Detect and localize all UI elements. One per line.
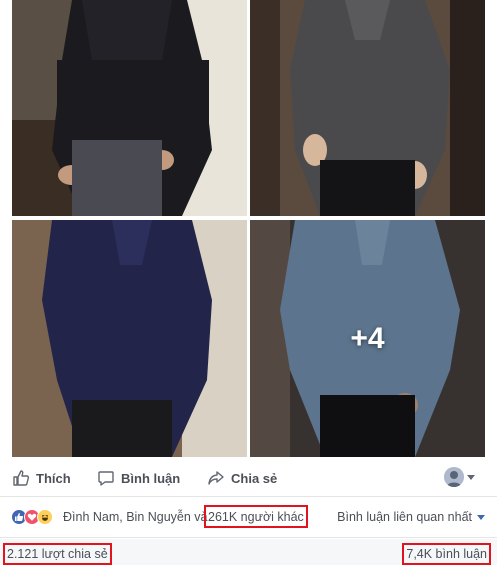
thumbs-up-icon (13, 470, 30, 486)
photo-gallery: +4 (0, 0, 497, 457)
black-shirt-photo[interactable] (12, 0, 247, 216)
chevron-down-icon (477, 514, 485, 520)
like-label: Thích (36, 470, 71, 486)
grey-shirt-photo[interactable] (250, 0, 485, 216)
engagement-stats: 2.121 lượt chia sẻ 7,4K bình luận (0, 539, 497, 565)
other-reactors-link[interactable]: 261K người khác (204, 505, 308, 528)
share-label: Chia sẻ (231, 470, 278, 486)
comment-button[interactable]: Bình luận (97, 467, 180, 489)
post-action-bar: Thích Bình luận Chia sẻ (0, 459, 497, 497)
share-count: 2.121 lượt chia sẻ (7, 547, 108, 561)
light-blue-shirt-photo[interactable]: +4 (250, 220, 485, 457)
comment-count: 7,4K bình luận (406, 547, 487, 561)
chevron-down-icon (467, 474, 475, 480)
avatar (444, 467, 464, 487)
more-photos-count[interactable]: +4 (250, 220, 485, 457)
haha-reaction-icon (37, 509, 53, 525)
comment-sort-label: Bình luận liên quan nhất (337, 510, 472, 524)
share-count-link[interactable]: 2.121 lượt chia sẻ (3, 543, 112, 565)
reactor-names[interactable]: Đình Nam, Bin Nguyễn và (63, 510, 208, 524)
reactions-summary: Đình Nam, Bin Nguyễn và 261K người khác … (0, 498, 497, 538)
comment-count-link[interactable]: 7,4K bình luận (402, 543, 491, 565)
share-button[interactable]: Chia sẻ (207, 467, 277, 489)
share-icon (208, 471, 224, 485)
comment-label: Bình luận (121, 470, 181, 486)
post-as-selector[interactable] (444, 467, 475, 487)
comment-sort-dropdown[interactable]: Bình luận liên quan nhất (337, 510, 485, 524)
other-reactors-count: 261K người khác (208, 509, 304, 524)
like-button[interactable]: Thích (12, 467, 71, 489)
reaction-icons[interactable] (11, 509, 53, 525)
comment-icon (98, 471, 114, 486)
navy-shirt-photo[interactable] (12, 220, 247, 457)
